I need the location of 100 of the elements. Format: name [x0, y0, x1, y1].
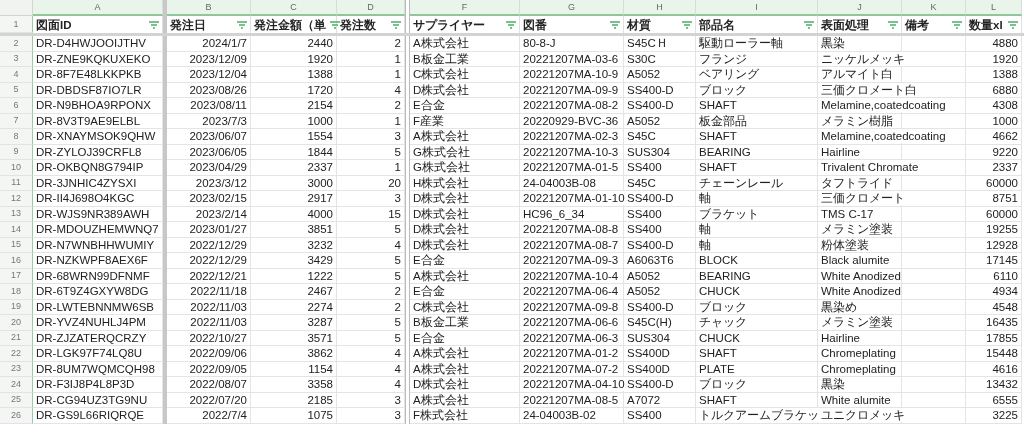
table-cell: DR-6T9Z4GXYW8DG	[33, 284, 163, 300]
filter-icon[interactable]	[610, 20, 620, 29]
filter-icon[interactable]	[149, 20, 159, 29]
table-cell: ブロック	[696, 299, 818, 315]
row-number[interactable]: 6	[0, 98, 33, 114]
row-number[interactable]: 18	[0, 284, 33, 300]
table-cell: G株式会社	[410, 144, 520, 160]
column-letter[interactable]: G	[520, 0, 624, 16]
table-cell: 3	[337, 408, 405, 424]
table-cell: 15	[337, 206, 405, 222]
filter-icon[interactable]	[682, 20, 692, 29]
row-number[interactable]: 8	[0, 129, 33, 145]
column-letter[interactable]: K	[902, 0, 966, 16]
column-letter[interactable]: J	[818, 0, 902, 16]
table-cell: S45CＨ	[624, 36, 696, 52]
table-cell: DR-OKBQN8G794IP	[33, 160, 163, 176]
column-letter[interactable]: B	[167, 0, 251, 16]
table-cell: A株式会社	[410, 392, 520, 408]
frozen-row-divider[interactable]	[0, 33, 1024, 36]
hidden-column-marker[interactable]	[405, 36, 410, 52]
row-number[interactable]: 2	[0, 36, 33, 52]
table-cell: CHUCK	[696, 330, 818, 346]
table-cell: アルマイト白	[818, 67, 966, 83]
table-cell: 17855	[966, 330, 1022, 346]
select-all-corner[interactable]	[0, 0, 33, 16]
filter-icon[interactable]	[330, 20, 340, 29]
filter-icon[interactable]	[888, 20, 898, 29]
hidden-column-marker[interactable]	[405, 16, 410, 33]
table-cell: 20	[337, 175, 405, 191]
table-cell: SS400-D	[624, 98, 696, 114]
table-cell: A5052	[624, 268, 696, 284]
table-cell: A5052	[624, 284, 696, 300]
filter-icon[interactable]	[237, 20, 247, 29]
table-cell: DR-8F7E48LKKPKB	[33, 67, 163, 83]
filter-icon[interactable]	[804, 20, 814, 29]
table-cell: チェーンレール	[696, 175, 818, 191]
table-cell: D株式会社	[410, 191, 520, 207]
column-header: 備考	[905, 17, 929, 32]
table-cell: E合金	[410, 253, 520, 269]
filter-icon[interactable]	[1008, 20, 1018, 29]
row-number[interactable]: 22	[0, 346, 33, 362]
table-cell: 15448	[966, 346, 1022, 362]
table-cell: 9220	[966, 144, 1022, 160]
table-cell: 2023/02/15	[167, 191, 251, 207]
row-number[interactable]: 4	[0, 67, 33, 83]
table-cell: 5	[337, 144, 405, 160]
table-cell: 17145	[966, 253, 1022, 269]
table-cell: 4000	[251, 206, 337, 222]
column-letter[interactable]: D	[337, 0, 405, 16]
table-cell: 2023/01/27	[167, 222, 251, 238]
column-letter[interactable]: C	[251, 0, 337, 16]
row-number[interactable]: 16	[0, 253, 33, 269]
column-letter[interactable]: L	[966, 0, 1022, 16]
table-cell: 1222	[251, 268, 337, 284]
table-cell: H株式会社	[410, 175, 520, 191]
row-number[interactable]: 20	[0, 315, 33, 331]
row-number[interactable]: 12	[0, 191, 33, 207]
table-cell: 2337	[966, 160, 1022, 176]
filter-icon[interactable]	[391, 20, 401, 29]
table-cell: 60000	[966, 206, 1022, 222]
table-cell: 20221207MA-08-2	[520, 98, 624, 114]
table-cell: Melamine,coatedcoating	[818, 129, 966, 145]
table-cell: 1	[337, 160, 405, 176]
table-cell: 2	[337, 98, 405, 114]
row-number[interactable]: 26	[0, 408, 33, 424]
column-letter[interactable]: H	[624, 0, 696, 16]
row-number[interactable]: 1	[0, 16, 33, 33]
table-cell: 3232	[251, 237, 337, 253]
table-cell: ユニクロメッキ	[818, 408, 966, 424]
table-cell: A株式会社	[410, 346, 520, 362]
table-cell: S45C(H)	[624, 315, 696, 331]
table-cell: 2022/12/21	[167, 268, 251, 284]
hidden-column-marker[interactable]	[405, 0, 410, 16]
filter-icon[interactable]	[506, 20, 516, 29]
row-number[interactable]: 14	[0, 222, 33, 238]
column-letter[interactable]: I	[696, 0, 818, 16]
row-number[interactable]: 10	[0, 160, 33, 176]
table-cell: A5052	[624, 113, 696, 129]
table-cell: 黒染	[818, 36, 966, 52]
table-cell: 1	[337, 51, 405, 67]
table-cell: 2023/12/04	[167, 67, 251, 83]
table-cell: 3	[337, 191, 405, 207]
table-cell: SHAFT	[696, 346, 818, 362]
table-cell: BEARING	[696, 268, 818, 284]
table-cell: 3	[337, 129, 405, 145]
table-cell: 5	[337, 315, 405, 331]
table-cell: SS400	[624, 408, 696, 424]
table-cell: SS400D	[624, 346, 696, 362]
column-letter[interactable]: A	[33, 0, 163, 16]
filter-icon[interactable]	[952, 20, 962, 29]
column-letter[interactable]: F	[410, 0, 520, 16]
table-cell: 2023/3/12	[167, 175, 251, 191]
table-cell: 20221207MA-06-4	[520, 284, 624, 300]
row-number[interactable]: 24	[0, 377, 33, 393]
table-cell: トルクアームブラケッ	[696, 408, 818, 424]
table-cell: 20221207MA-04-10	[520, 377, 624, 393]
table-cell: B板金工業	[410, 315, 520, 331]
table-cell: 20221207MA-01-2	[520, 346, 624, 362]
table-cell: 2024/1/7	[167, 36, 251, 52]
table-cell: 16435	[966, 315, 1022, 331]
